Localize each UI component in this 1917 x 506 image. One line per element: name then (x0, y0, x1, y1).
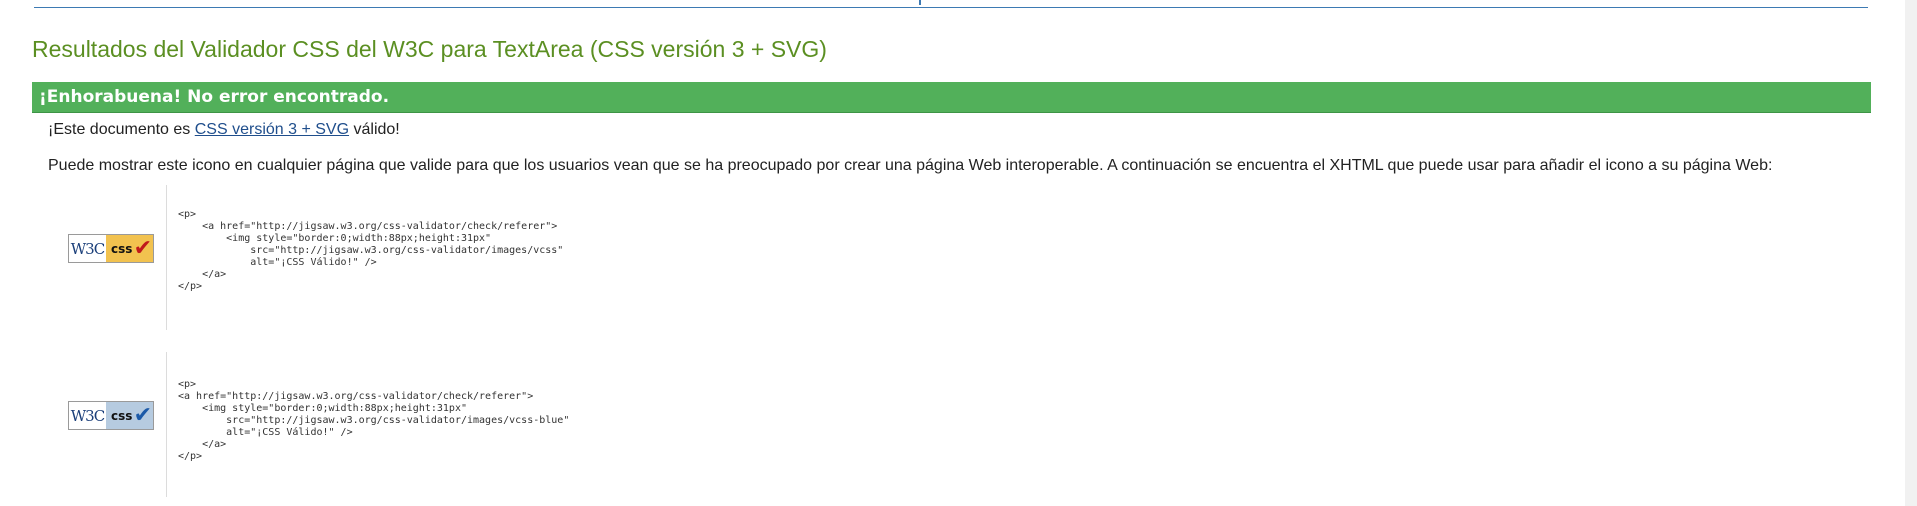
css-text: css (111, 241, 133, 256)
w3c-logo-text: W3C (69, 402, 106, 429)
badge-html-snippet: <p> <a href="http://jigsaw.w3.org/css-va… (178, 209, 564, 292)
css-text: css (111, 408, 133, 423)
badge-block-gold: W3C css ✔ <p> <a href="http://jigsaw.w3.… (68, 185, 1768, 330)
badge-html-snippet: <p> <a href="http://jigsaw.w3.org/css-va… (178, 379, 570, 462)
badge-block-blue: W3C css ✔ <p> <a href="http://jigsaw.w3.… (68, 352, 1768, 497)
css-profile-link[interactable]: CSS versión 3 + SVG (195, 121, 349, 138)
code-divider (166, 352, 167, 497)
top-divider (34, 7, 1868, 8)
validity-prefix: ¡Este documento es (48, 121, 195, 138)
w3c-css-badge-gold[interactable]: W3C css ✔ (68, 234, 154, 263)
success-banner-text: ¡Enhorabuena! No error encontrado. (39, 87, 390, 107)
w3c-logo-text: W3C (69, 235, 106, 262)
divider-mark (919, 0, 921, 5)
checkmark-icon: ✔ (133, 403, 152, 428)
code-divider (166, 185, 167, 330)
scrollbar-track[interactable] (1905, 0, 1917, 506)
css-badge-label: css ✔ (106, 235, 153, 262)
css-badge-label: css ✔ (106, 402, 153, 429)
icon-info-text: Puede mostrar este icono en cualquier pá… (48, 157, 1773, 174)
validity-suffix: válido! (349, 121, 400, 138)
validity-statement: ¡Este documento es CSS versión 3 + SVG v… (48, 121, 400, 139)
w3c-css-badge-blue[interactable]: W3C css ✔ (68, 401, 154, 430)
checkmark-icon: ✔ (133, 236, 152, 261)
page-title: Resultados del Validador CSS del W3C par… (32, 36, 827, 62)
success-banner: ¡Enhorabuena! No error encontrado. (32, 82, 1871, 113)
